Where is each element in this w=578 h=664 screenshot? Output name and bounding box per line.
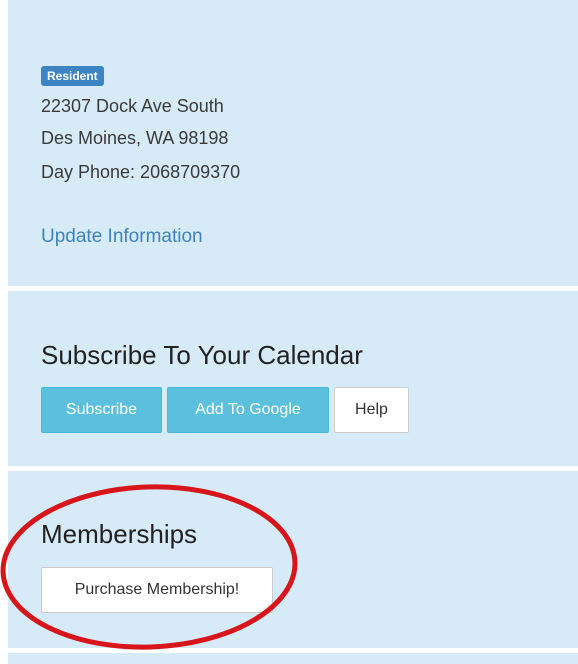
page: ... Resident 22307 Dock Ave South Des Mo… — [0, 0, 578, 664]
day-phone: Day Phone: 2068709370 — [41, 162, 241, 182]
purchase-membership-button[interactable]: Purchase Membership! — [41, 567, 273, 613]
address-line-2: Des Moines, WA 98198 — [41, 128, 229, 148]
resident-badge: Resident — [41, 66, 104, 86]
add-to-google-button[interactable]: Add To Google — [167, 387, 329, 433]
next-panel-edge — [8, 653, 578, 664]
help-button[interactable]: Help — [334, 387, 409, 433]
address-line-1: 22307 Dock Ave South — [41, 96, 224, 116]
memberships-section-title: Memberships — [41, 519, 198, 549]
memberships-panel: Memberships Purchase Membership! — [8, 471, 578, 648]
calendar-section-title: Subscribe To Your Calendar — [41, 340, 363, 370]
account-panel: Resident 22307 Dock Ave South Des Moines… — [8, 0, 578, 286]
calendar-panel: Subscribe To Your Calendar Subscribe Add… — [8, 291, 578, 466]
update-information-link[interactable]: Update Information — [41, 226, 203, 248]
subscribe-button[interactable]: Subscribe — [41, 387, 162, 433]
